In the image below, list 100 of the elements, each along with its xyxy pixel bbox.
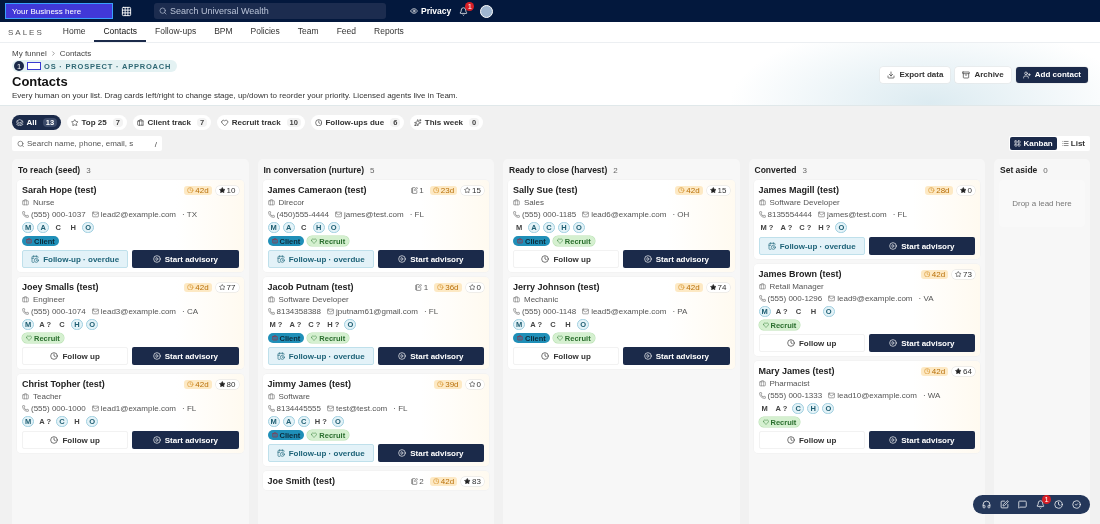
column-title: To reach (seed)	[18, 165, 81, 175]
compose-icon[interactable]	[1000, 500, 1009, 509]
headset-icon[interactable]	[982, 500, 991, 509]
column-count: 0	[1043, 165, 1048, 175]
start-advisory-button[interactable]: Start advisory	[132, 347, 239, 365]
job-title: Teacher	[33, 392, 62, 401]
age-text: 28d	[936, 185, 950, 195]
follow-up-button[interactable]: Follow up	[513, 250, 620, 268]
chevron-icon	[49, 50, 57, 57]
age-text: 42d	[931, 269, 946, 279]
play-icon	[643, 255, 652, 263]
play-icon	[398, 449, 407, 457]
privacy-link[interactable]: Privacy	[410, 6, 452, 16]
start-advisory-button[interactable]: Start advisory	[377, 347, 484, 365]
clock-icon	[50, 352, 59, 360]
clock-icon[interactable]	[1054, 500, 1063, 509]
score-text: 15	[717, 185, 727, 195]
nav-tab[interactable]: Policies	[241, 22, 289, 42]
follow-up-button[interactable]: Follow-up · overdue	[267, 444, 374, 462]
heart-icon	[221, 118, 229, 127]
export-button[interactable]: Export data	[880, 66, 951, 83]
follow-up-button[interactable]: Follow up	[758, 431, 865, 449]
briefcase-icon	[271, 238, 278, 244]
app-grid-icon[interactable]	[121, 5, 132, 17]
play-icon	[889, 436, 898, 444]
state-code: · FL	[393, 404, 408, 413]
calendar-icon	[767, 242, 776, 250]
check-circle-icon[interactable]	[1072, 500, 1081, 509]
play-icon	[398, 255, 407, 263]
follow-up-button[interactable]: Follow-up · overdue	[267, 347, 374, 365]
calendar-icon	[276, 255, 285, 263]
play-icon	[152, 255, 161, 263]
nav-tab[interactable]: Team	[288, 22, 328, 42]
briefcase-icon	[758, 199, 766, 206]
start-advisory-button[interactable]: Start advisory	[132, 250, 239, 268]
clock-icon	[923, 270, 931, 278]
column-title: In conversation (nurture)	[263, 165, 365, 175]
notification-icon[interactable]	[1036, 500, 1045, 509]
search-field[interactable]: Search Universal Wealth	[154, 3, 386, 19]
briefcase-icon	[758, 380, 766, 387]
nav-tab[interactable]: Reports	[365, 22, 413, 42]
column-count: 3	[86, 165, 91, 175]
phone-icon	[22, 405, 29, 412]
email-address: lead9@example.com	[837, 294, 913, 303]
breadcrumb-link[interactable]: My funnel	[12, 49, 47, 58]
start-advisory-button[interactable]: Start advisory	[377, 250, 484, 268]
start-advisory-button[interactable]: Start advisory	[623, 250, 730, 268]
state-code: · WA	[922, 391, 941, 400]
nav-tab[interactable]: Feed	[327, 22, 366, 42]
clock-icon	[928, 186, 935, 194]
age-text: 42d	[195, 185, 209, 195]
page-title: Contacts	[12, 74, 69, 89]
follow-up-button[interactable]: Follow-up · overdue	[22, 250, 129, 268]
follow-up-button[interactable]: Follow up	[22, 431, 129, 449]
nav-tab[interactable]: BPM	[205, 22, 242, 42]
start-advisory-button[interactable]: Start advisory	[377, 444, 484, 462]
nav-tab[interactable]: Home	[53, 22, 95, 42]
play-icon	[643, 352, 652, 360]
follow-up-button[interactable]: Follow up	[22, 347, 129, 365]
play-icon	[889, 339, 898, 347]
chat-icon[interactable]	[1018, 500, 1027, 509]
mail-icon	[582, 308, 590, 315]
clock-icon	[432, 477, 440, 485]
start-advisory-button[interactable]: Start advisory	[132, 431, 239, 449]
clock-icon	[786, 436, 795, 444]
follow-up-button[interactable]: Follow-up · overdue	[758, 237, 865, 255]
nav-tab[interactable]: Follow-ups	[146, 22, 206, 42]
phone-number: (555) 000-1000	[31, 404, 86, 413]
start-advisory-button[interactable]: Start advisory	[868, 237, 975, 255]
score-text: 10	[226, 185, 236, 195]
play-icon	[152, 352, 161, 360]
archive-button[interactable]: Archive	[955, 66, 1011, 83]
age-text: 23d	[440, 185, 455, 195]
start-advisory-button[interactable]: Start advisory	[623, 347, 730, 365]
follow-up-button[interactable]: Follow up	[758, 334, 865, 352]
state-code: · FL	[409, 210, 424, 219]
phone-icon	[267, 308, 275, 315]
add-contact-button[interactable]: Add contact	[1015, 66, 1088, 83]
job-title: Software	[278, 392, 311, 401]
start-advisory-button[interactable]: Start advisory	[868, 431, 975, 449]
email-address: lead3@example.com	[100, 307, 176, 316]
state-code: · TX	[182, 210, 197, 219]
business-logo[interactable]: Your Business here	[5, 3, 113, 19]
phone-icon	[267, 405, 275, 412]
contact-name: Jimmy James (test)	[267, 379, 353, 389]
email-address: lead2@example.com	[100, 210, 176, 219]
notification-icon[interactable]	[459, 6, 469, 16]
section-label: SALES	[8, 26, 44, 39]
score-text: 0	[967, 185, 972, 195]
start-advisory-button[interactable]: Start advisory	[868, 334, 975, 352]
eye-icon	[410, 7, 418, 15]
mail-icon	[818, 211, 825, 218]
clock-icon	[437, 283, 444, 291]
follow-up-button[interactable]: Follow up	[513, 347, 620, 365]
contact-card[interactable]: Joe Smith (test) 2 42d 83	[262, 471, 489, 490]
clock-icon	[541, 352, 550, 360]
follow-up-button[interactable]: Follow-up · overdue	[267, 250, 374, 268]
view-toggle[interactable]: Kanban	[1010, 137, 1057, 150]
avatar[interactable]	[480, 4, 494, 18]
column-count: 5	[370, 165, 375, 175]
